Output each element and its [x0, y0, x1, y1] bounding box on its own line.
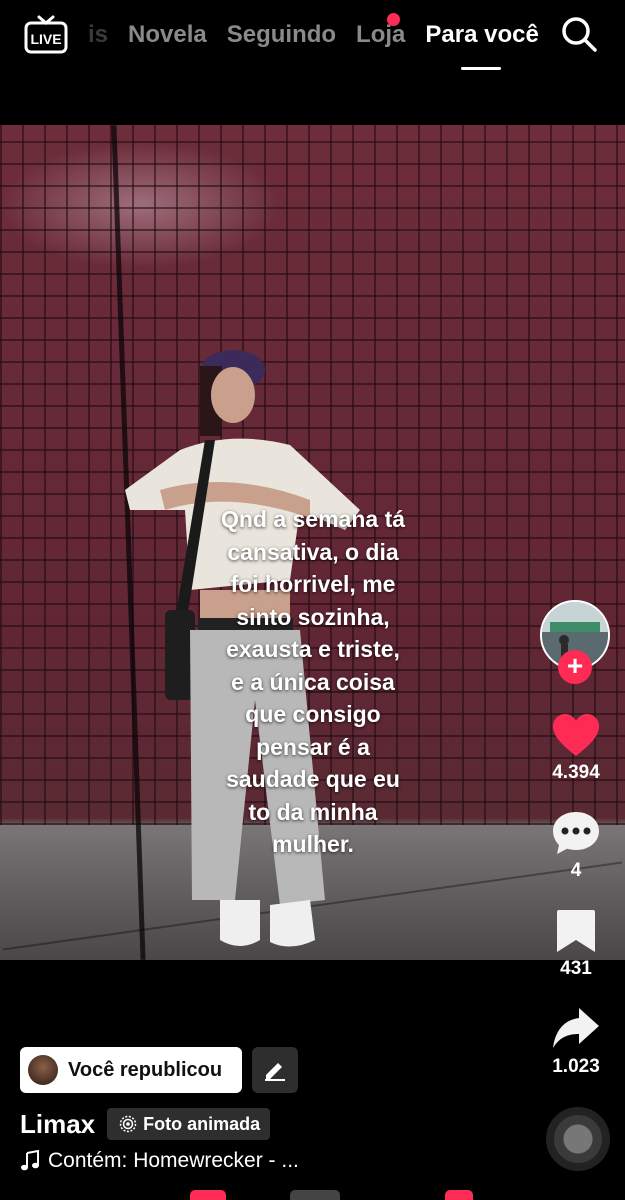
repost-label: Você republicou — [68, 1058, 223, 1081]
animated-photo-badge: Foto animada — [107, 1108, 271, 1140]
author-row: Limax Foto animada — [20, 1106, 271, 1142]
music-label: Contém: Homewrecker - ... — [48, 1149, 299, 1172]
edit-repost-button[interactable] — [252, 1047, 298, 1093]
post-photo[interactable]: Qnd a semana tá cansativa, o dia foi hor… — [0, 125, 625, 960]
repost-pill[interactable]: Você republicou — [20, 1047, 242, 1093]
heart-icon — [553, 714, 599, 756]
search-icon[interactable] — [559, 14, 599, 54]
feed-tabs: is Novela Seguindo Loja Para você — [88, 18, 539, 70]
share-arrow-icon — [553, 1008, 599, 1048]
notification-dot — [387, 13, 400, 26]
creator-avatar[interactable]: + — [540, 600, 610, 684]
tab-seguindo[interactable]: Seguindo — [227, 21, 336, 49]
tab-partial[interactable]: is — [88, 21, 108, 49]
badge-label: Foto animada — [143, 1113, 261, 1134]
comment-icon — [553, 812, 599, 854]
live-photo-icon — [119, 1115, 137, 1133]
tab-para-voce[interactable]: Para você — [425, 21, 539, 70]
post-caption: Qnd a semana tá cansativa, o dia foi hor… — [220, 506, 406, 857]
author-name[interactable]: Limax — [20, 1109, 95, 1140]
save-button[interactable]: 431 — [540, 908, 612, 980]
tab-novela[interactable]: Novela — [128, 21, 207, 49]
user-avatar — [28, 1055, 58, 1085]
music-note-icon — [21, 1150, 39, 1171]
top-navigation-bar: LIVE is Novela Seguindo Loja Para você — [0, 0, 625, 125]
bookmark-icon — [557, 910, 595, 952]
save-count: 431 — [560, 958, 592, 979]
tab-loja[interactable]: Loja — [356, 21, 405, 49]
live-tv-icon[interactable]: LIVE — [24, 14, 68, 54]
music-row[interactable]: Contém: Homewrecker - ... — [20, 1149, 299, 1173]
bottom-nav-edge — [0, 1190, 625, 1200]
share-count: 1.023 — [552, 1056, 600, 1077]
follow-button[interactable]: + — [558, 650, 592, 684]
comment-button[interactable]: 4 — [540, 810, 612, 882]
pencil-icon — [265, 1063, 285, 1081]
comment-count: 4 — [570, 860, 582, 881]
svg-text:LIVE: LIVE — [30, 31, 61, 47]
like-button[interactable]: 4.394 — [540, 712, 612, 784]
share-button[interactable]: 1.023 — [540, 1006, 612, 1078]
music-disc-icon[interactable] — [546, 1107, 610, 1171]
like-count: 4.394 — [552, 762, 600, 783]
